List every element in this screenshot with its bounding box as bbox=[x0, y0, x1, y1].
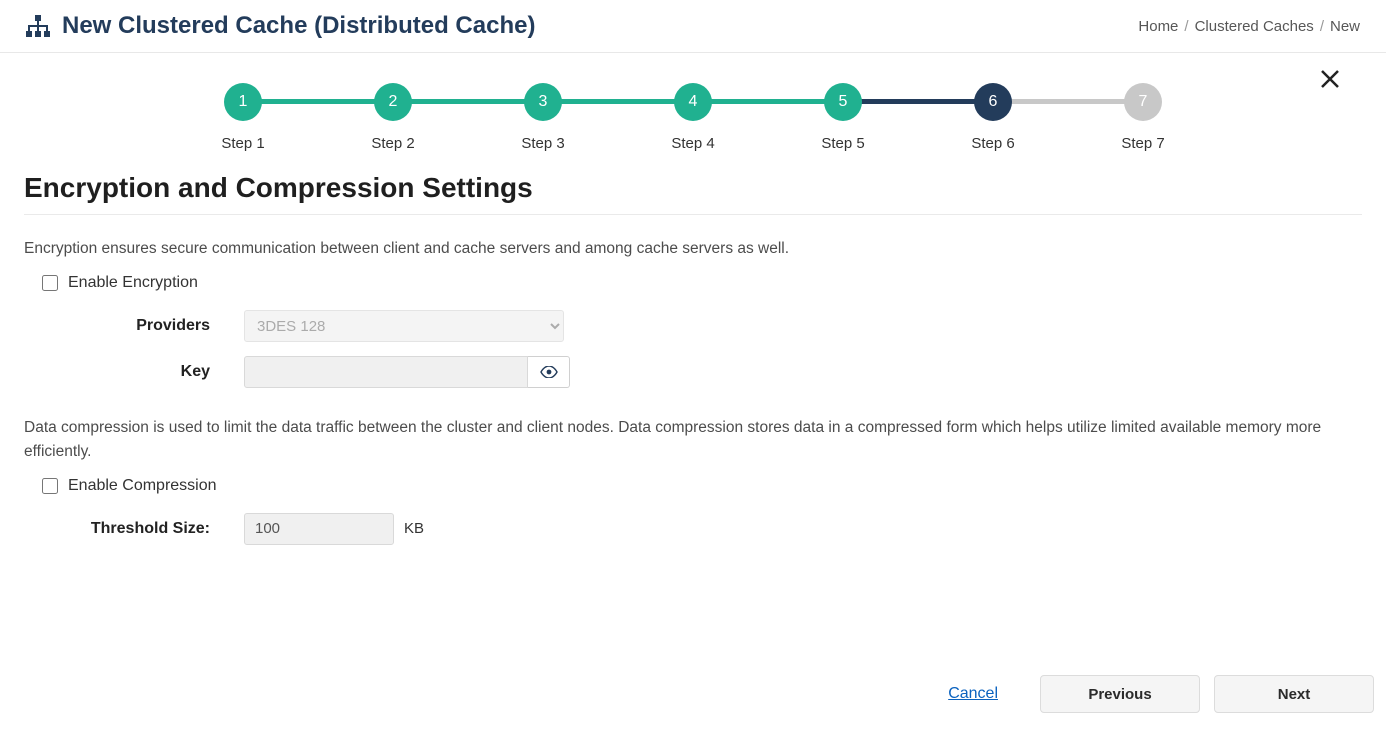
step-3[interactable]: 3 Step 3 bbox=[468, 83, 618, 152]
enable-compression-checkbox[interactable] bbox=[42, 478, 58, 494]
step-circle-2: 2 bbox=[374, 83, 412, 121]
wizard-footer: Cancel Previous Next bbox=[948, 661, 1374, 727]
eye-icon bbox=[540, 366, 558, 378]
threshold-unit: KB bbox=[404, 520, 424, 537]
cancel-link[interactable]: Cancel bbox=[948, 685, 998, 703]
providers-row: Providers 3DES 128 bbox=[24, 310, 1362, 342]
page-header: New Clustered Cache (Distributed Cache) … bbox=[0, 0, 1386, 53]
step-circle-7: 7 bbox=[1124, 83, 1162, 121]
key-input[interactable] bbox=[244, 356, 528, 388]
providers-select[interactable]: 3DES 128 bbox=[244, 310, 564, 342]
step-label-4: Step 4 bbox=[671, 135, 714, 152]
threshold-input[interactable] bbox=[244, 513, 394, 545]
step-2[interactable]: 2 Step 2 bbox=[318, 83, 468, 152]
key-row: Key bbox=[24, 356, 1362, 388]
enable-encryption-row: Enable Encryption bbox=[42, 274, 1362, 292]
step-circle-4: 4 bbox=[674, 83, 712, 121]
breadcrumb: Home / Clustered Caches / New bbox=[1138, 18, 1360, 35]
breadcrumb-sep: / bbox=[1320, 18, 1324, 35]
close-icon[interactable] bbox=[1318, 67, 1342, 96]
enable-encryption-label[interactable]: Enable Encryption bbox=[68, 274, 198, 292]
section-title: Encryption and Compression Settings bbox=[24, 172, 1362, 204]
step-7[interactable]: 7 Step 7 bbox=[1068, 83, 1218, 152]
next-button[interactable]: Next bbox=[1214, 675, 1374, 713]
step-label-1: Step 1 bbox=[221, 135, 264, 152]
threshold-row: Threshold Size: KB bbox=[24, 513, 1362, 545]
step-1[interactable]: 1 Step 1 bbox=[168, 83, 318, 152]
step-circle-5: 5 bbox=[824, 83, 862, 121]
breadcrumb-home[interactable]: Home bbox=[1138, 18, 1178, 35]
compression-description: Data compression is used to limit the da… bbox=[24, 416, 1362, 463]
step-4[interactable]: 4 Step 4 bbox=[618, 83, 768, 152]
enable-compression-row: Enable Compression bbox=[42, 477, 1362, 495]
header-left: New Clustered Cache (Distributed Cache) bbox=[26, 12, 535, 40]
step-label-6: Step 6 bbox=[971, 135, 1014, 152]
step-5[interactable]: 5 Step 5 bbox=[768, 83, 918, 152]
step-circle-1: 1 bbox=[224, 83, 262, 121]
providers-label: Providers bbox=[24, 317, 244, 335]
reveal-key-button[interactable] bbox=[528, 356, 570, 388]
step-label-2: Step 2 bbox=[371, 135, 414, 152]
sitemap-icon bbox=[26, 15, 50, 37]
step-circle-6: 6 bbox=[974, 83, 1012, 121]
previous-button[interactable]: Previous bbox=[1040, 675, 1200, 713]
encryption-description: Encryption ensures secure communication … bbox=[24, 237, 1362, 260]
step-6[interactable]: 6 Step 6 bbox=[918, 83, 1068, 152]
step-label-5: Step 5 bbox=[821, 135, 864, 152]
page-title: New Clustered Cache (Distributed Cache) bbox=[62, 12, 535, 40]
wizard-steps: 1 Step 1 2 Step 2 3 Step 3 4 Step 4 5 St… bbox=[24, 53, 1362, 152]
breadcrumb-clustered-caches[interactable]: Clustered Caches bbox=[1195, 18, 1314, 35]
enable-compression-label[interactable]: Enable Compression bbox=[68, 477, 217, 495]
step-circle-3: 3 bbox=[524, 83, 562, 121]
enable-encryption-checkbox[interactable] bbox=[42, 275, 58, 291]
breadcrumb-sep: / bbox=[1184, 18, 1188, 35]
threshold-label: Threshold Size: bbox=[24, 520, 244, 538]
breadcrumb-current: New bbox=[1330, 18, 1360, 35]
step-label-3: Step 3 bbox=[521, 135, 564, 152]
section-divider bbox=[24, 214, 1362, 215]
step-label-7: Step 7 bbox=[1121, 135, 1164, 152]
key-label: Key bbox=[24, 363, 244, 381]
